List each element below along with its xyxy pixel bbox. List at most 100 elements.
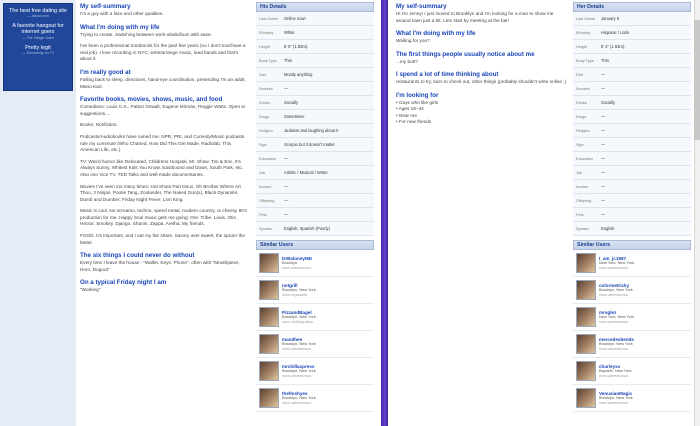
similar-user-row[interactable]: colormetricky Brooklyn, New York room-ad…: [573, 277, 691, 304]
detail-label: Job: [576, 170, 583, 175]
left-sidebar: The best free dating site — About.com A …: [0, 0, 76, 426]
detail-label: Last Online: [576, 16, 596, 21]
user-tag: room-adventurous: [282, 400, 312, 405]
similar-user-row[interactable]: charleyxx Bayside, New York room-adventu…: [573, 358, 691, 385]
detail-value: 5′ 4″ (1.63m).: [601, 44, 626, 49]
user-thumbnail[interactable]: [259, 361, 279, 381]
detail-label: Ethnicity: [576, 30, 591, 35]
essay-section: What I'm doing with my life Waiting for …: [396, 30, 568, 45]
detail-row: Drugs Sometimes: [256, 110, 374, 124]
user-thumbnail[interactable]: [576, 307, 596, 327]
detail-row: Sign Scorpio but it doesn't matter: [256, 138, 374, 152]
user-thumbnail[interactable]: [259, 280, 279, 300]
promo-panel: The best free dating site — About.com A …: [3, 3, 73, 91]
detail-value: Thin: [284, 58, 292, 63]
similar-user-row[interactable]: VenusianMagic Brooklyn, New York room-ad…: [573, 385, 691, 412]
similar-user-row[interactable]: mercedesbends Brooklyn, New York room-ad…: [573, 331, 691, 358]
detail-label: Pets: [259, 212, 267, 217]
promo-source: — The Village Voice: [21, 35, 55, 40]
user-tag: room-clothing-afros: [282, 319, 313, 324]
user-thumbnail[interactable]: [576, 280, 596, 300]
detail-row: Job —: [573, 166, 691, 180]
looking-for-list: Guys who like girls Ages 18–34 Near me F…: [396, 100, 568, 126]
detail-row: Education —: [256, 152, 374, 166]
user-info: charleyxx Bayside, New York room-adventu…: [599, 364, 631, 379]
detail-row: Ethnicity White: [256, 26, 374, 40]
user-info: colormetricky Brooklyn, New York room-ad…: [599, 283, 633, 298]
detail-row: Smokes —: [256, 82, 374, 96]
detail-value: Online now!: [284, 16, 306, 21]
page-scrollbar[interactable]: [694, 0, 700, 426]
essay-section: I'm looking for Guys who like girls Ages…: [396, 92, 568, 126]
detail-value: English, Spanish (Poorly): [284, 226, 330, 231]
detail-label: Speaks: [259, 226, 272, 231]
detail-label: Speaks: [576, 226, 589, 231]
similar-user-row[interactable]: thefmshyes Brooklyn, New York room-adven…: [256, 385, 374, 412]
essay-text: Music is cool. No screamo, techno, speed…: [80, 208, 248, 227]
similar-user-row[interactable]: PizzandBagel Brooklyn, New York room-clo…: [256, 304, 374, 331]
user-tag: room-adventurous: [599, 292, 629, 297]
essay-text: ...my butt?: [396, 58, 418, 64]
user-thumbnail[interactable]: [576, 253, 596, 273]
essay-text: Movies I've seen too many times: Hot Sho…: [80, 183, 241, 202]
detail-label: Smokes: [576, 86, 590, 91]
similar-user-row[interactable]: DrBaloneyMD Brooklyn, room-adventurous: [256, 250, 374, 277]
detail-value: Scorpio but it doesn't matter: [284, 142, 335, 147]
user-thumbnail[interactable]: [576, 388, 596, 408]
detail-label: Ethnicity: [259, 30, 274, 35]
essay-heading: My self-summary: [396, 3, 447, 10]
detail-value: —: [601, 156, 606, 161]
detail-label: Drinks: [576, 100, 587, 105]
similar-user-row[interactable]: I_am_jc1987 New York, New York room-adve…: [573, 250, 691, 277]
essay-text: Podcasts/Audiobooks have ruined me. NPR,…: [80, 133, 245, 153]
essay-heading: Favorite books, movies, shows, music, an…: [80, 96, 223, 104]
essay-section: My self-summary Hi I'm Jenny! I just mov…: [396, 3, 568, 24]
user-thumbnail[interactable]: [576, 334, 596, 354]
essay-section: The six things I could never do without …: [80, 252, 250, 273]
similar-user-row[interactable]: mrsglez New York, New York room-adventur…: [573, 304, 691, 331]
detail-label: Pets: [576, 212, 584, 217]
promo-item: A favorite hangout for internet goers — …: [4, 23, 72, 40]
detail-row: Education —: [573, 152, 691, 166]
detail-label: Offspring: [576, 198, 592, 203]
detail-row: Diet Mostly anything: [256, 68, 374, 82]
detail-value: Judaism and laughing about it: [284, 128, 339, 133]
scrollbar-thumb[interactable]: [694, 20, 700, 140]
user-thumbnail[interactable]: [259, 334, 279, 354]
essay-text: Books: Nonfiction.: [80, 122, 118, 128]
user-tag: room-adventurous: [599, 400, 629, 405]
similar-user-row[interactable]: notgrill Brooklyn, New York room-organiz…: [256, 277, 374, 304]
detail-value: —: [601, 184, 606, 189]
essay-text: Falling back to sleep, directions, hand-…: [80, 76, 246, 89]
detail-row: Drugs —: [573, 110, 691, 124]
detail-value: —: [601, 72, 606, 77]
detail-label: Income: [259, 184, 272, 189]
similar-user-row[interactable]: mandhee Brooklyn, New York room-adventur…: [256, 331, 374, 358]
essay-section: I spend a lot of time thinking about res…: [396, 71, 568, 86]
user-thumbnail[interactable]: [259, 388, 279, 408]
user-info: DrBaloneyMD Brooklyn, room-adventurous: [282, 256, 312, 271]
essay-text: restaurants to try, bars to check out, o…: [396, 79, 567, 85]
user-tag: room-adventurous: [599, 265, 629, 270]
detail-label: Education: [576, 156, 593, 161]
detail-label: Job: [259, 170, 266, 175]
user-thumbnail[interactable]: [576, 361, 596, 381]
essay-section: The first things people usually notice a…: [396, 51, 568, 66]
detail-value: 6′ 0″ (1.83m).: [284, 44, 309, 49]
essay-section: On a typical Friday night I am "Working": [80, 279, 250, 294]
user-thumbnail[interactable]: [259, 253, 279, 273]
user-tag: room-adventurous: [599, 373, 629, 378]
detail-row: Speaks English: [573, 222, 691, 236]
detail-value: —: [284, 198, 289, 203]
essay-section: I'm really good at Falling back to sleep…: [80, 69, 250, 90]
similar-user-row[interactable]: mrchillaxpress Brooklyn, New York room-a…: [256, 358, 374, 385]
user-thumbnail[interactable]: [259, 307, 279, 327]
promo-item: Pretty legit — Somebody on TV: [4, 45, 72, 56]
essay-section: Favorite books, movies, shows, music, an…: [80, 96, 250, 246]
user-tag: room-adventurous: [599, 346, 629, 351]
detail-value: White: [284, 30, 295, 35]
essay-heading: On a typical Friday night I am: [80, 279, 167, 287]
detail-label: Drugs: [576, 114, 587, 119]
essay-text: "Working": [80, 287, 101, 293]
detail-row: Income —: [256, 180, 374, 194]
